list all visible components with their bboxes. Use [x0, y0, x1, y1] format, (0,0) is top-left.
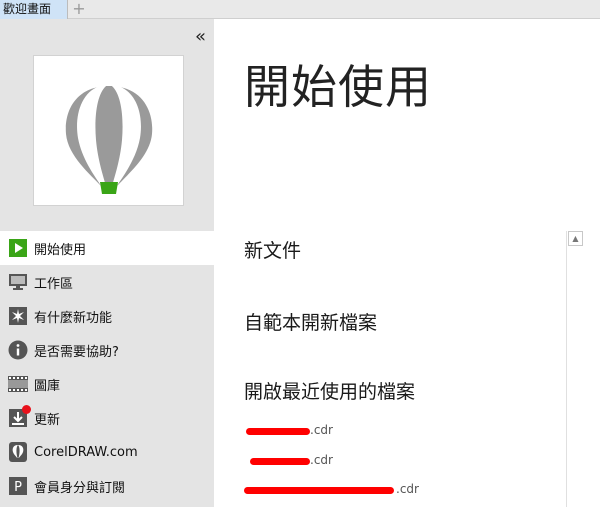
- sidebar-item-label: 開始使用: [34, 242, 87, 258]
- update-notification-badge: [22, 405, 31, 414]
- sidebar-item-label: 工作區: [34, 276, 74, 292]
- redaction-mark: [244, 487, 394, 494]
- sidebar-item-label: 是否需要協助?: [34, 344, 119, 360]
- main-panel: 開始使用 新文件 自範本開新檔案 開啟最近使用的檔案 .cdr .cdr .cd…: [214, 19, 600, 507]
- open-recent-heading: 開啟最近使用的檔案: [244, 381, 416, 403]
- sidebar-item-updates[interactable]: 更新: [0, 401, 214, 435]
- sidebar-item-gallery[interactable]: 圖庫: [0, 367, 214, 401]
- recent-file-name: .cdr: [310, 423, 333, 437]
- recent-file-item[interactable]: .cdr: [244, 482, 419, 496]
- sidebar: « 開始使用 工作區 有什麼新功能 是否需要協助? 圖庫 更新 CorelDRA…: [0, 19, 214, 507]
- balloon-icon: [8, 442, 28, 462]
- recent-file-name: .cdr: [310, 453, 333, 467]
- monitor-icon: [8, 272, 28, 292]
- scroll-up-arrow-icon[interactable]: ▲: [568, 231, 583, 246]
- sidebar-nav: 開始使用 工作區 有什麼新功能 是否需要協助? 圖庫 更新 CorelDRAW.…: [0, 231, 214, 503]
- play-icon: [8, 238, 28, 258]
- recent-file-item[interactable]: .cdr: [244, 423, 333, 437]
- sidebar-item-whats-new[interactable]: 有什麼新功能: [0, 299, 214, 333]
- recent-panel-scrollbar[interactable]: ▲: [566, 231, 583, 507]
- download-icon: [8, 405, 31, 428]
- film-strip-icon: [8, 374, 28, 394]
- add-tab-icon[interactable]: +: [70, 1, 88, 17]
- sidebar-item-label: CorelDRAW.com: [34, 444, 138, 460]
- sidebar-item-label: 有什麼新功能: [34, 310, 113, 326]
- balloon-logo-icon: [65, 86, 153, 194]
- collapse-sidebar-icon[interactable]: «: [195, 28, 206, 46]
- new-from-template-link[interactable]: 自範本開新檔案: [244, 308, 377, 335]
- sidebar-item-label: 會員身分與訂閱: [34, 480, 126, 496]
- tab-label: 歡迎畫面: [3, 2, 52, 16]
- new-document-link[interactable]: 新文件: [244, 236, 301, 263]
- recent-file-name: .cdr: [396, 482, 419, 496]
- document-tab-bar: 歡迎畫面 +: [0, 0, 600, 19]
- sidebar-item-workspace[interactable]: 工作區: [0, 265, 214, 299]
- coreldraw-logo: [33, 55, 184, 206]
- sidebar-item-label: 更新: [34, 412, 61, 428]
- redaction-mark: [246, 428, 310, 435]
- recent-file-item[interactable]: .cdr: [244, 453, 333, 467]
- sidebar-item-coreldraw-com[interactable]: CorelDRAW.com: [0, 435, 214, 469]
- svg-text:P: P: [14, 480, 22, 495]
- redaction-mark: [250, 458, 310, 465]
- star-burst-icon: [8, 306, 28, 326]
- sidebar-item-label: 圖庫: [34, 378, 61, 394]
- info-icon: [8, 340, 28, 360]
- sidebar-item-membership[interactable]: P 會員身分與訂閱: [0, 469, 214, 503]
- p-letter-icon: P: [8, 476, 28, 496]
- page-title: 開始使用: [244, 60, 432, 114]
- tab-welcome-screen[interactable]: 歡迎畫面: [0, 0, 68, 19]
- sidebar-item-get-started[interactable]: 開始使用: [0, 231, 214, 265]
- sidebar-item-help[interactable]: 是否需要協助?: [0, 333, 214, 367]
